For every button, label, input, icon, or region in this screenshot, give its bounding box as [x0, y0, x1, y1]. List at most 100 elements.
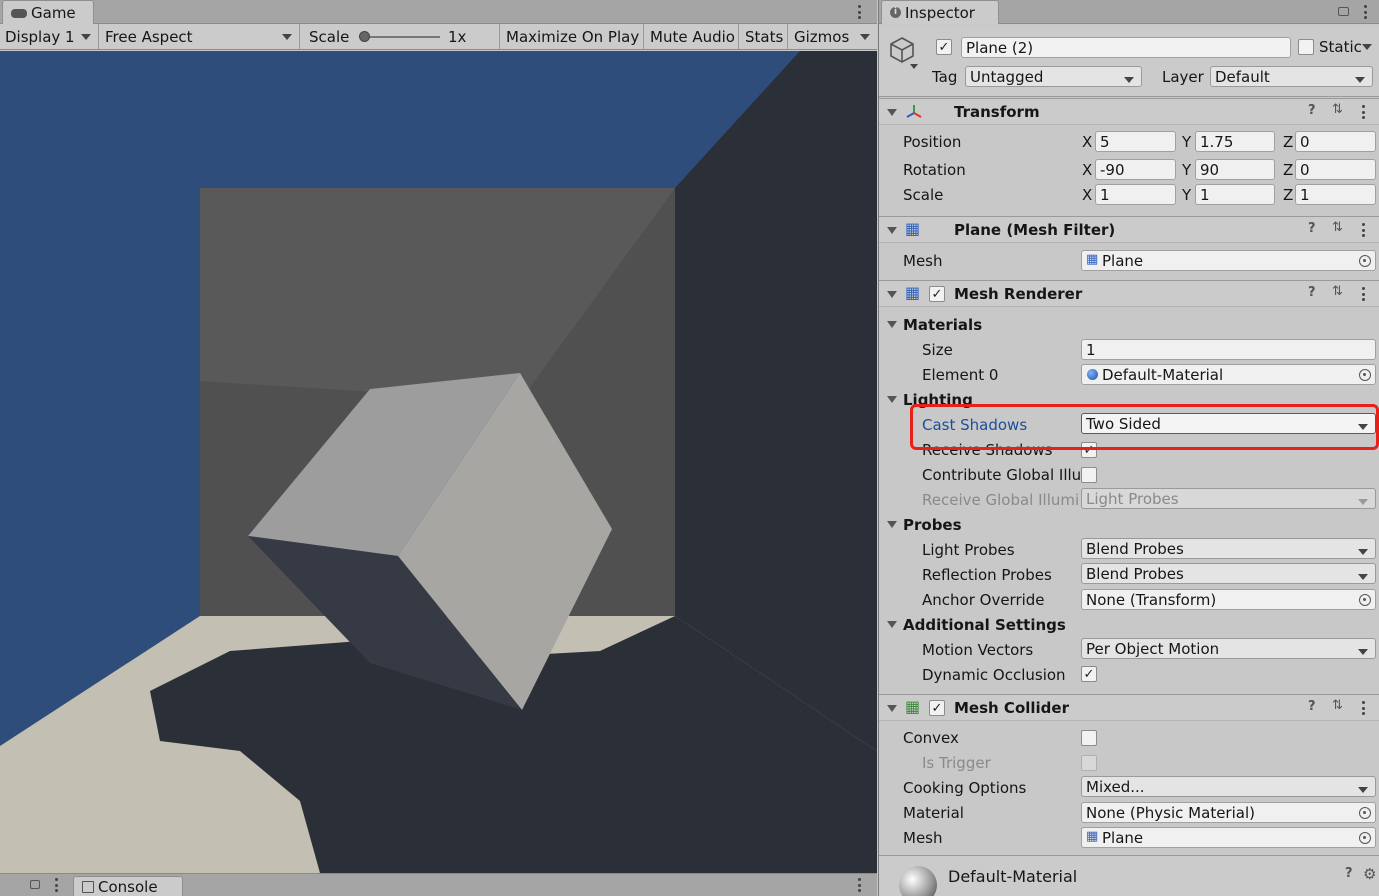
collider-material-field[interactable]: None (Physic Material) [1081, 802, 1376, 823]
layer-dropdown[interactable]: Default [1210, 66, 1373, 87]
gizmos-label: Gizmos [794, 27, 850, 46]
preset-icon[interactable]: ⇅ [1332, 284, 1343, 299]
object-picker-icon[interactable] [1359, 832, 1371, 844]
gear-icon[interactable]: ⚙ [1363, 865, 1376, 883]
mesh-collider-menu-icon[interactable] [1362, 701, 1365, 715]
foldout-icon[interactable] [887, 227, 897, 234]
mesh-grid-icon: ▦ [905, 219, 921, 238]
motion-vectors-dropdown[interactable]: Per Object Motion [1081, 638, 1376, 659]
help-icon[interactable]: ? [1345, 866, 1353, 881]
help-icon[interactable]: ? [1308, 699, 1316, 714]
contribute-gi-checkbox[interactable] [1081, 467, 1097, 483]
help-icon[interactable]: ? [1308, 285, 1316, 300]
maximize-on-play-button[interactable]: Maximize On Play [501, 24, 644, 49]
cooking-options-dropdown[interactable]: Mixed... [1081, 776, 1376, 797]
game-viewport[interactable] [0, 51, 877, 873]
chevron-down-icon [1355, 77, 1365, 83]
anchor-override-field[interactable]: None (Transform) [1081, 589, 1376, 610]
foldout-icon[interactable] [887, 705, 897, 712]
tag-value: Untagged [970, 67, 1044, 86]
icon-chevron-down-icon[interactable] [910, 64, 918, 69]
reflection-probes-dropdown[interactable]: Blend Probes [1081, 563, 1376, 584]
mesh-renderer-header[interactable]: ▦ ✓ Mesh Renderer ? ⇅ [879, 280, 1379, 307]
dynamic-occlusion-checkbox[interactable]: ✓ [1081, 666, 1097, 682]
mesh-collider-header[interactable]: ▦ ✓ Mesh Collider ? ⇅ [879, 694, 1379, 721]
scale-x-field[interactable]: 1 [1095, 184, 1176, 205]
console-bar: Console [0, 873, 877, 896]
material-preview-header[interactable]: Default-Material ? ⚙ [879, 855, 1379, 896]
mesh-renderer-menu-icon[interactable] [1362, 287, 1365, 301]
inspector-menu-icon[interactable] [1364, 5, 1367, 19]
rotation-z-field[interactable]: 0 [1295, 159, 1376, 180]
mesh-grid-icon: ▦ [1086, 252, 1099, 267]
chevron-down-icon [1358, 574, 1368, 580]
rotation-y-field[interactable]: 90 [1195, 159, 1275, 180]
lighting-foldout-icon[interactable] [887, 396, 897, 403]
rotation-x-axis: X [1082, 161, 1093, 179]
mesh-object-field[interactable]: ▦ Plane [1081, 250, 1376, 271]
scale-z-field[interactable]: 1 [1295, 184, 1376, 205]
collider-material-value: None (Physic Material) [1086, 803, 1255, 822]
transform-menu-icon[interactable] [1362, 105, 1365, 119]
console-left-menu-icon[interactable] [55, 878, 58, 892]
aspect-value: Free Aspect [105, 27, 193, 46]
help-icon[interactable]: ? [1308, 103, 1316, 118]
stats-button[interactable]: Stats [740, 24, 788, 49]
object-name-input[interactable]: Plane (2) [961, 37, 1291, 58]
static-checkbox[interactable] [1298, 39, 1314, 55]
scale-y-field[interactable]: 1 [1195, 184, 1275, 205]
lock-icon[interactable] [30, 880, 40, 889]
scale-slider-handle[interactable] [359, 31, 370, 42]
preset-icon[interactable]: ⇅ [1332, 698, 1343, 713]
chevron-down-icon [860, 34, 870, 40]
object-picker-icon[interactable] [1359, 594, 1371, 606]
object-picker-icon[interactable] [1359, 255, 1371, 267]
object-picker-icon[interactable] [1359, 369, 1371, 381]
info-icon: i [890, 7, 901, 18]
mesh-collider-enabled-checkbox[interactable]: ✓ [929, 700, 945, 716]
cooking-options-label: Cooking Options [903, 779, 1027, 797]
gizmos-dropdown[interactable] [855, 24, 875, 49]
materials-foldout-icon[interactable] [887, 321, 897, 328]
position-z-field[interactable]: 0 [1295, 131, 1376, 152]
position-x-field[interactable]: 5 [1095, 131, 1176, 152]
mesh-renderer-enabled-checkbox[interactable]: ✓ [929, 286, 945, 302]
tab-game[interactable]: Game [2, 0, 94, 24]
preset-icon[interactable]: ⇅ [1332, 220, 1343, 235]
static-chevron-down-icon[interactable] [1362, 44, 1372, 50]
mesh-filter-menu-icon[interactable] [1362, 223, 1365, 237]
scale-slider[interactable] [362, 36, 440, 38]
tag-dropdown[interactable]: Untagged [965, 66, 1142, 87]
convex-checkbox[interactable] [1081, 730, 1097, 746]
lock-icon[interactable] [1338, 7, 1349, 16]
aspect-dropdown[interactable]: Free Aspect [100, 24, 300, 49]
scale-label: Scale [309, 27, 350, 46]
additional-settings-foldout-icon[interactable] [887, 621, 897, 628]
materials-size-field[interactable]: 1 [1081, 339, 1376, 360]
game-menu-icon[interactable] [858, 5, 861, 19]
position-z-value: 0 [1300, 132, 1310, 151]
scale-value: 1x [448, 27, 467, 46]
display-dropdown[interactable]: Display 1 [0, 24, 99, 49]
position-y-field[interactable]: 1.75 [1195, 131, 1275, 152]
rotation-x-field[interactable]: -90 [1095, 159, 1176, 180]
mesh-filter-header[interactable]: ▦ Plane (Mesh Filter) ? ⇅ [879, 216, 1379, 243]
active-checkbox[interactable]: ✓ [936, 39, 952, 55]
light-probes-dropdown[interactable]: Blend Probes [1081, 538, 1376, 559]
gizmos-button[interactable]: Gizmos [789, 24, 854, 49]
transform-header[interactable]: Transform ? ⇅ [879, 98, 1379, 125]
object-picker-icon[interactable] [1359, 807, 1371, 819]
console-menu-icon[interactable] [858, 878, 861, 892]
mesh-renderer-icon: ▦ [905, 283, 921, 302]
foldout-icon[interactable] [887, 291, 897, 298]
tab-console[interactable]: Console [73, 876, 183, 896]
help-icon[interactable]: ? [1308, 221, 1316, 236]
mute-audio-button[interactable]: Mute Audio [645, 24, 739, 49]
foldout-icon[interactable] [887, 109, 897, 116]
element0-object-field[interactable]: Default-Material [1081, 364, 1376, 385]
position-x-value: 5 [1100, 132, 1110, 151]
collider-mesh-field[interactable]: ▦ Plane [1081, 827, 1376, 848]
tab-inspector[interactable]: i Inspector [881, 0, 999, 24]
preset-icon[interactable]: ⇅ [1332, 102, 1343, 117]
probes-foldout-icon[interactable] [887, 521, 897, 528]
